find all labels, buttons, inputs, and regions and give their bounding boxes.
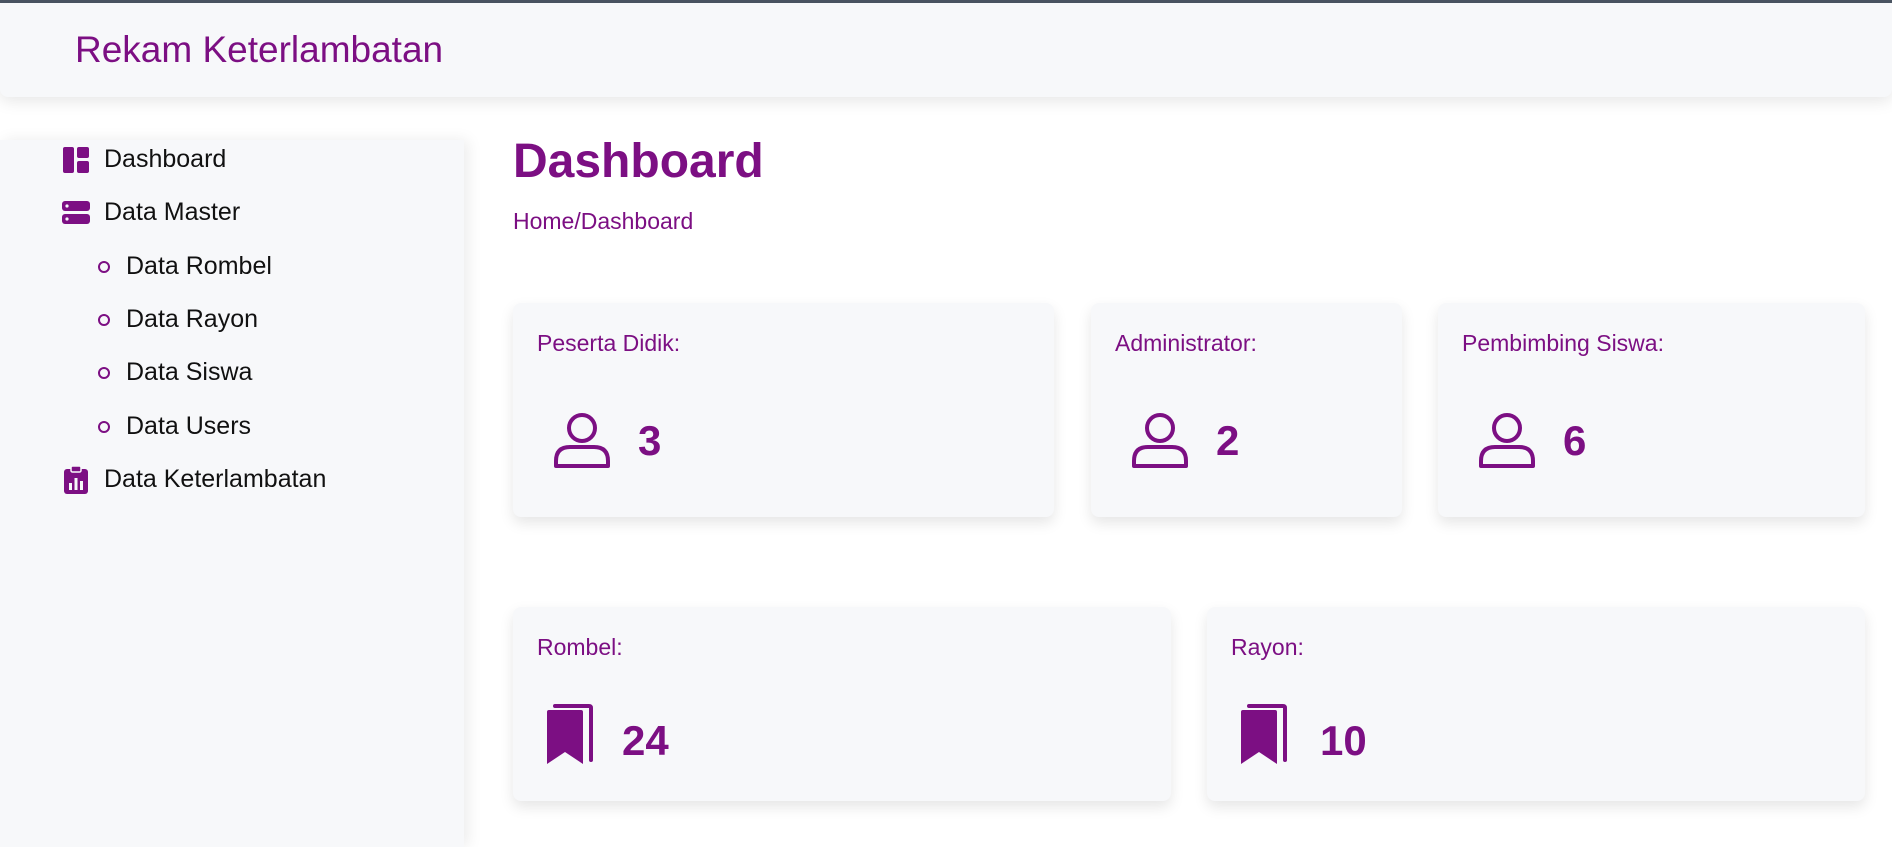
sidebar-subitem-label: Data Rombel bbox=[126, 252, 272, 280]
card-label: Administrator: bbox=[1115, 330, 1257, 356]
sidebar-subitem-label: Data Users bbox=[126, 412, 252, 440]
circle-icon bbox=[98, 313, 110, 326]
bookmarks-icon bbox=[545, 704, 593, 771]
breadcrumb[interactable]: Home/Dashboard bbox=[513, 208, 693, 235]
sidebar-item-label: Data Master bbox=[104, 198, 241, 226]
circle-icon bbox=[98, 366, 110, 379]
card-value: 2 bbox=[1216, 417, 1240, 464]
sidebar-item-data-master[interactable]: Data Master bbox=[62, 198, 240, 227]
card-value: 24 bbox=[622, 717, 669, 764]
navbar: Rekam Keterlambatan bbox=[0, 3, 1892, 97]
dashboard-icon bbox=[62, 146, 90, 174]
card-peserta-didik: Peserta Didik: 3 bbox=[513, 303, 1054, 517]
sidebar-subitem-data-users[interactable]: Data Users bbox=[98, 412, 251, 441]
sidebar-item-label: Data Keterlambatan bbox=[104, 465, 327, 493]
sidebar-subitem-data-rombel[interactable]: Data Rombel bbox=[98, 252, 272, 281]
sidebar-subitem-label: Data Siswa bbox=[126, 358, 253, 386]
sidebar: Dashboard Data Master Data Rombel Data R… bbox=[0, 140, 464, 847]
bookmarks-icon bbox=[1239, 704, 1287, 771]
circle-icon bbox=[98, 420, 110, 433]
sidebar-item-data-keterlambatan[interactable]: Data Keterlambatan bbox=[62, 465, 326, 494]
card-rayon: Rayon: 10 bbox=[1207, 607, 1865, 801]
app-brand[interactable]: Rekam Keterlambatan bbox=[75, 31, 443, 68]
page-title: Dashboard bbox=[513, 135, 764, 188]
circle-icon bbox=[98, 260, 110, 273]
card-rombel: Rombel: 24 bbox=[513, 607, 1171, 801]
person-icon bbox=[1478, 411, 1536, 474]
card-administrator: Administrator: 2 bbox=[1091, 303, 1402, 517]
server-icon bbox=[62, 199, 90, 227]
clipboard-chart-icon bbox=[62, 465, 90, 494]
card-pembimbing-siswa: Pembimbing Siswa: 6 bbox=[1438, 303, 1865, 517]
person-icon bbox=[553, 411, 611, 474]
card-label: Rombel: bbox=[537, 634, 623, 660]
sidebar-subitem-data-siswa[interactable]: Data Siswa bbox=[98, 358, 252, 387]
card-label: Pembimbing Siswa: bbox=[1462, 330, 1664, 356]
card-value: 3 bbox=[638, 417, 662, 464]
sidebar-subitem-data-rayon[interactable]: Data Rayon bbox=[98, 305, 258, 334]
card-label: Peserta Didik: bbox=[537, 330, 681, 356]
card-label: Rayon: bbox=[1231, 634, 1304, 660]
sidebar-item-label: Dashboard bbox=[104, 145, 227, 173]
sidebar-item-dashboard[interactable]: Dashboard bbox=[62, 145, 226, 174]
card-value: 6 bbox=[1563, 417, 1587, 464]
card-value: 10 bbox=[1320, 717, 1367, 764]
sidebar-subitem-label: Data Rayon bbox=[126, 305, 259, 333]
person-icon bbox=[1131, 411, 1189, 474]
